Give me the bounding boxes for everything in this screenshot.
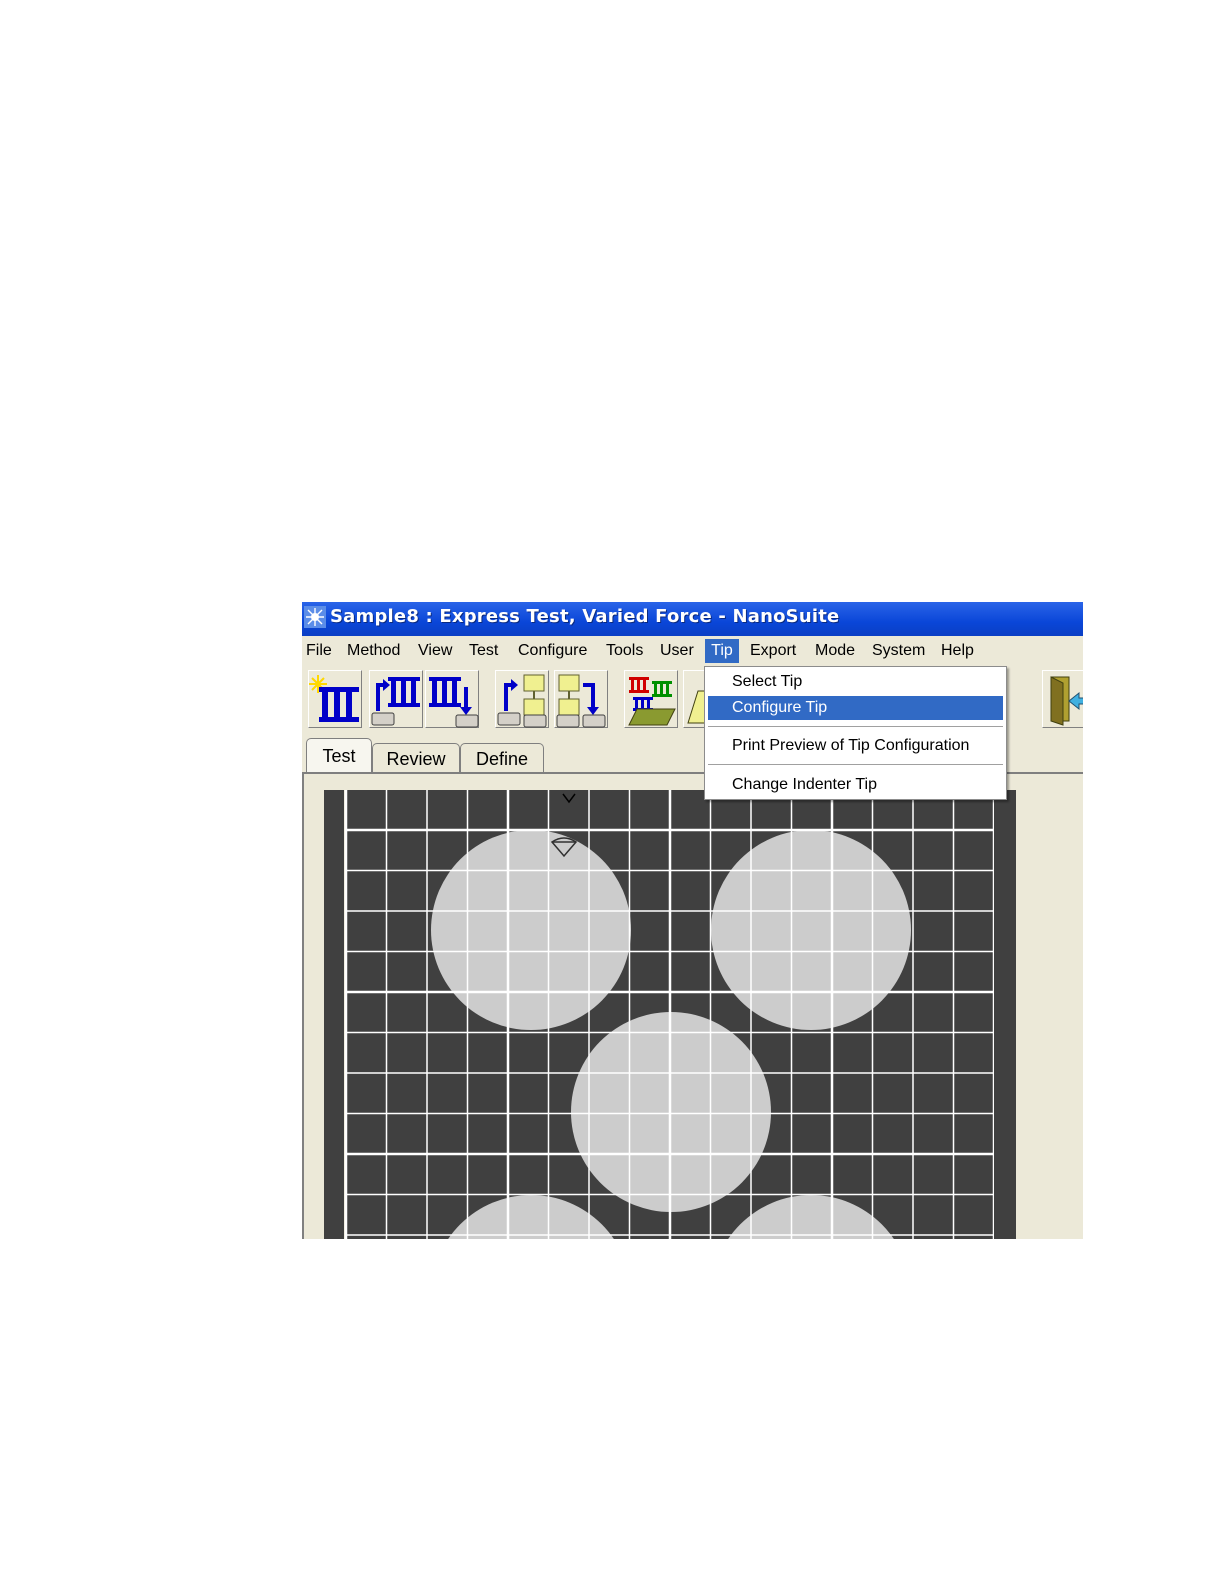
open-method-button[interactable] bbox=[369, 670, 423, 728]
menu-test[interactable]: Test bbox=[466, 641, 501, 663]
menu-tip[interactable]: Tip bbox=[705, 639, 739, 663]
tab-test[interactable]: Test bbox=[306, 738, 372, 774]
exit-icon bbox=[1050, 676, 1083, 726]
menu-item-configure-tip[interactable]: Configure Tip bbox=[708, 696, 1003, 720]
save-method-icon bbox=[429, 677, 479, 728]
menu-user[interactable]: User bbox=[657, 641, 697, 663]
tab-define[interactable]: Define bbox=[460, 743, 544, 774]
menu-mode[interactable]: Mode bbox=[812, 641, 858, 663]
tab-review[interactable]: Review bbox=[372, 743, 460, 774]
menu-item-select-tip[interactable]: Select Tip bbox=[708, 670, 1003, 694]
menu-file[interactable]: File bbox=[303, 641, 335, 663]
sample-circle[interactable] bbox=[431, 830, 631, 1030]
menu-export[interactable]: Export bbox=[747, 641, 799, 663]
run-tests-button[interactable] bbox=[624, 670, 678, 728]
left-rail bbox=[324, 790, 344, 1239]
title-bar[interactable]: Sample8 : Express Test, Varied Force - N… bbox=[302, 602, 1083, 636]
menu-separator bbox=[708, 764, 1003, 766]
run-tests-icon bbox=[628, 677, 676, 726]
save-method-button[interactable] bbox=[425, 670, 479, 728]
open-sample-button[interactable] bbox=[495, 670, 549, 728]
save-sample-button[interactable] bbox=[554, 670, 608, 728]
menu-configure[interactable]: Configure bbox=[515, 641, 590, 663]
sample-tray-grid[interactable] bbox=[324, 790, 1024, 1239]
save-sample-icon bbox=[556, 674, 606, 728]
exit-button[interactable] bbox=[1042, 670, 1083, 728]
menu-help[interactable]: Help bbox=[938, 641, 977, 663]
sample-circle[interactable] bbox=[711, 830, 911, 1030]
window-title: Sample8 : Express Test, Varied Force - N… bbox=[330, 606, 840, 627]
open-method-icon bbox=[371, 677, 420, 726]
new-method-button[interactable] bbox=[308, 670, 362, 728]
right-rail bbox=[994, 790, 1016, 1239]
app-logo-icon bbox=[304, 606, 326, 628]
menu-view[interactable]: View bbox=[415, 641, 455, 663]
menu-separator bbox=[708, 726, 1003, 728]
menu-tools[interactable]: Tools bbox=[603, 641, 646, 663]
menu-item-print-preview-tip-configuration[interactable]: Print Preview of Tip Configuration bbox=[708, 734, 1003, 758]
menu-item-change-indenter-tip[interactable]: Change Indenter Tip bbox=[708, 773, 1003, 797]
new-method-icon bbox=[309, 675, 359, 722]
menu-system[interactable]: System bbox=[869, 641, 928, 663]
tip-dropdown-menu: Select Tip Configure Tip Print Preview o… bbox=[704, 666, 1007, 800]
menu-method[interactable]: Method bbox=[344, 641, 403, 663]
menu-bar: File Method View Test Configure Tools Us… bbox=[302, 638, 1083, 664]
open-sample-icon bbox=[497, 674, 547, 728]
sample-view-area bbox=[302, 774, 1083, 1239]
